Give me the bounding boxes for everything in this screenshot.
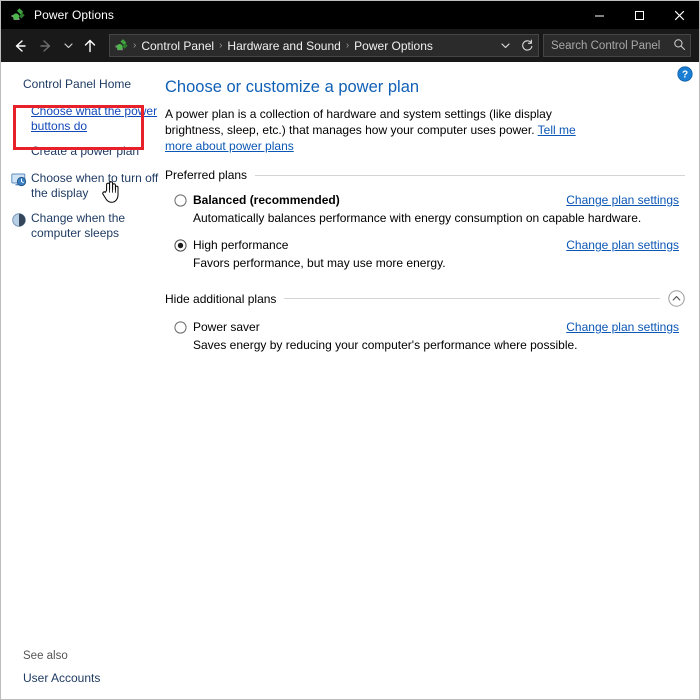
- plan-description: Automatically balances performance with …: [193, 211, 642, 225]
- title-bar: Power Options: [1, 1, 699, 29]
- breadcrumb-separator: ›: [219, 40, 223, 51]
- plan-row: Power saver Change plan settings: [174, 320, 685, 334]
- display-clock-icon: [11, 173, 27, 187]
- plan-name: High performance: [193, 238, 289, 252]
- plan-name: Balanced (recommended): [193, 193, 340, 207]
- preferred-plans-label: Preferred plans: [165, 168, 248, 182]
- description-text: A power plan is a collection of hardware…: [165, 107, 552, 137]
- sidebar-item-label: Change when the computer sleeps: [31, 211, 126, 240]
- svg-text:?: ?: [682, 70, 688, 81]
- sidebar-item-choose-power-buttons[interactable]: Choose what the power buttons do: [1, 104, 161, 134]
- window-title: Power Options: [34, 8, 115, 22]
- plan-row: High performance Change plan settings: [174, 238, 685, 252]
- address-bar[interactable]: › Control Panel › Hardware and Sound › P…: [109, 34, 539, 57]
- back-button[interactable]: [7, 33, 33, 59]
- power-options-window: Power Options › Control Panel › Hardware…: [0, 0, 700, 700]
- search-icon: [673, 38, 686, 54]
- plan-row: Balanced (recommended) Change plan setti…: [174, 193, 685, 207]
- address-dropdown-button[interactable]: [494, 35, 516, 56]
- moon-sleep-icon: [12, 213, 26, 227]
- refresh-button[interactable]: [516, 35, 538, 56]
- up-button[interactable]: [77, 33, 103, 59]
- close-icon: [674, 10, 684, 20]
- radio-power-saver[interactable]: [174, 320, 187, 334]
- power-plug-icon: [115, 39, 128, 51]
- maximize-button[interactable]: [619, 1, 659, 29]
- breadcrumb-item-power-options[interactable]: Power Options: [351, 39, 436, 53]
- sidebar-item-create-power-plan[interactable]: Create a power plan: [1, 144, 161, 161]
- see-also-label: See also: [23, 650, 68, 662]
- radio-balanced[interactable]: [174, 193, 187, 207]
- hand-pointer-cursor: [102, 181, 119, 203]
- page-description: A power plan is a collection of hardware…: [161, 106, 593, 154]
- breadcrumb-separator: ›: [133, 40, 137, 51]
- page-title: Choose or customize a power plan: [165, 78, 420, 96]
- window-controls: [579, 1, 699, 29]
- sidebar-item-label: Choose what the power buttons do: [31, 104, 158, 133]
- plan-balanced[interactable]: Balanced (recommended) Change plan setti…: [161, 193, 685, 225]
- sidebar-item-turn-off-display[interactable]: Choose when to turn off the display: [1, 171, 161, 201]
- breadcrumb-item-hardware-and-sound[interactable]: Hardware and Sound: [224, 39, 343, 53]
- change-plan-settings-power-saver[interactable]: Change plan settings: [566, 320, 685, 334]
- address-bar-actions: [494, 35, 538, 56]
- change-plan-settings-high-performance[interactable]: Change plan settings: [566, 238, 685, 252]
- preferred-plans-header: Preferred plans: [161, 168, 685, 182]
- chevron-up-circle-icon[interactable]: [668, 290, 685, 307]
- body-area: Control Panel Home Choose what the power…: [1, 62, 699, 699]
- close-button[interactable]: [659, 1, 699, 29]
- forward-button[interactable]: [33, 33, 59, 59]
- change-plan-settings-balanced[interactable]: Change plan settings: [566, 193, 685, 207]
- navigation-bar: › Control Panel › Hardware and Sound › P…: [1, 29, 699, 62]
- sidebar: Control Panel Home Choose what the power…: [1, 62, 161, 699]
- plan-description: Saves energy by reducing your computer's…: [193, 338, 578, 352]
- section-divider: [284, 298, 660, 299]
- power-plug-icon: [11, 8, 25, 20]
- sidebar-item-control-panel-home[interactable]: Control Panel Home: [1, 77, 161, 91]
- maximize-icon: [634, 10, 644, 20]
- breadcrumb-separator: ›: [345, 40, 350, 51]
- refresh-icon: [521, 39, 532, 51]
- minimize-button[interactable]: [579, 1, 619, 29]
- forward-arrow-icon: [40, 39, 51, 52]
- radio-high-performance[interactable]: [174, 238, 187, 252]
- back-arrow-icon: [15, 39, 26, 52]
- chevron-down-icon: [63, 43, 73, 49]
- section-divider: [255, 174, 685, 176]
- minimize-icon: [594, 15, 604, 16]
- recent-locations-button[interactable]: [59, 33, 77, 59]
- sidebar-item-computer-sleeps[interactable]: Change when the computer sleeps: [1, 211, 161, 241]
- chevron-down-icon: [500, 43, 510, 49]
- plan-description: Favors performance, but may use more ene…: [193, 256, 446, 270]
- help-question-icon[interactable]: ?: [677, 66, 693, 82]
- plan-high-performance[interactable]: High performance Change plan settings Fa…: [161, 238, 685, 270]
- up-arrow-icon: [84, 39, 96, 52]
- breadcrumb-item-control-panel[interactable]: Control Panel: [138, 39, 217, 53]
- additional-plans-header[interactable]: Hide additional plans: [161, 290, 685, 307]
- see-also-section: See also User Accounts: [1, 650, 161, 685]
- see-also-link-user-accounts[interactable]: User Accounts: [1, 671, 161, 685]
- plan-power-saver[interactable]: Power saver Change plan settings Saves e…: [161, 320, 685, 352]
- additional-plans-label: Hide additional plans: [165, 291, 277, 306]
- plan-name: Power saver: [193, 320, 260, 334]
- sidebar-item-label: Choose when to turn off the display: [31, 171, 159, 200]
- search-input[interactable]: Search Control Panel: [551, 40, 673, 52]
- content-pane: ? Choose or customize a power plan A pow…: [161, 62, 699, 699]
- search-box[interactable]: Search Control Panel: [543, 34, 691, 57]
- sidebar-item-label: Create a power plan: [31, 144, 140, 158]
